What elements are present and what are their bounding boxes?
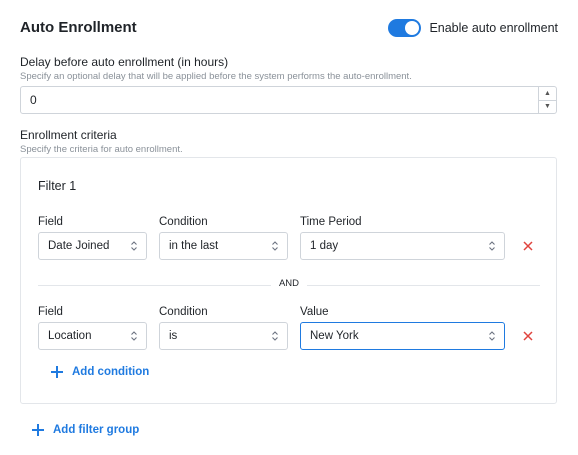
condition-label: Condition [159,216,208,228]
add-filter-group-label: Add filter group [53,424,140,436]
condition-select-value: is [169,330,178,342]
plus-icon [32,424,44,436]
chevron-updown-icon [489,331,495,341]
time-period-select-value: 1 day [310,240,339,252]
add-filter-group-button[interactable]: Add filter group [32,424,139,436]
toggle-knob [405,21,420,35]
add-condition-label: Add condition [72,366,150,378]
field-select[interactable]: Date Joined [38,232,147,260]
close-icon [523,331,533,341]
condition-select-value: in the last [169,240,219,252]
delay-spinner: ▲ ▼ [538,87,556,113]
chevron-updown-icon [272,241,278,251]
time-period-select[interactable]: 1 day [300,232,505,260]
condition-label: Condition [159,306,208,318]
value-label: Value [300,306,329,318]
chevron-updown-icon [131,241,137,251]
field-label: Field [38,216,63,228]
filter-title: Filter 1 [38,179,77,193]
increment-icon[interactable]: ▲ [539,87,556,100]
criteria-label: Enrollment criteria [20,128,117,142]
remove-condition-button[interactable] [518,236,538,256]
delay-value: 0 [30,93,37,107]
condition-select[interactable]: in the last [159,232,288,260]
condition-select[interactable]: is [159,322,288,350]
time-period-label: Time Period [300,216,362,228]
delay-label: Delay before auto enrollment (in hours) [20,55,229,69]
plus-icon [51,366,63,378]
remove-condition-button[interactable] [518,326,538,346]
value-select[interactable]: New York [300,322,505,350]
auto-enrollment-toggle[interactable] [388,19,422,37]
chevron-updown-icon [131,331,137,341]
delay-help: Specify an optional delay that will be a… [20,71,412,82]
toggle-label: Enable auto enrollment [429,21,558,35]
add-condition-button[interactable]: Add condition [51,366,149,378]
chevron-updown-icon [489,241,495,251]
criteria-help: Specify the criteria for auto enrollment… [20,144,183,155]
auto-enrollment-toggle-group: Enable auto enrollment [388,19,558,37]
value-select-value: New York [310,330,359,342]
delay-input[interactable]: 0 ▲ ▼ [20,86,557,114]
chevron-updown-icon [272,331,278,341]
field-label: Field [38,306,63,318]
field-select-value: Date Joined [48,240,110,252]
and-joiner: AND [271,278,307,289]
close-icon [523,241,533,251]
filter-group: Filter 1 Field Condition Time Period Dat… [20,157,557,404]
page-title: Auto Enrollment [20,19,137,36]
field-select-value: Location [48,330,92,342]
field-select[interactable]: Location [38,322,147,350]
decrement-icon[interactable]: ▼ [539,99,556,114]
